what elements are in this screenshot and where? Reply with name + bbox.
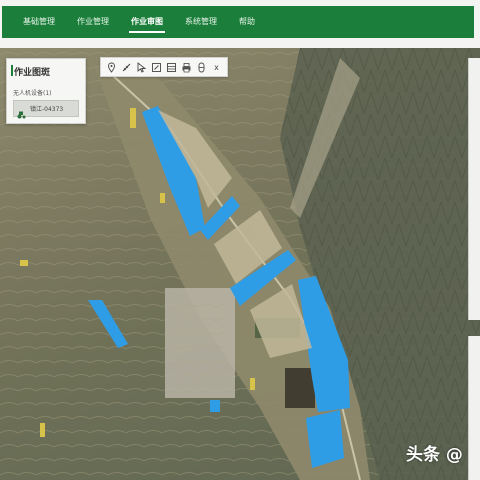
job-field-panel: 作业图斑 无人机设备(1) 镇江-04373 bbox=[6, 58, 86, 124]
right-side-panel-bottom[interactable] bbox=[468, 336, 480, 480]
device-item[interactable]: 镇江-04373 bbox=[13, 100, 79, 119]
close-icon[interactable]: x bbox=[211, 61, 223, 74]
location-pin-icon[interactable] bbox=[106, 61, 118, 74]
device-label: 镇江-04373 bbox=[30, 106, 64, 113]
measure-icon[interactable] bbox=[121, 61, 133, 74]
main-nav: 基础管理 作业管理 作业审图 系统管理 帮助 bbox=[2, 6, 474, 38]
nav-basic-management[interactable]: 基础管理 bbox=[12, 6, 66, 38]
nav-job-review[interactable]: 作业审图 bbox=[120, 6, 174, 38]
device-count-label: 无人机设备(1) bbox=[13, 90, 52, 97]
layers-icon[interactable] bbox=[166, 61, 178, 74]
print-icon[interactable] bbox=[181, 61, 193, 74]
top-bar: 基础管理 作业管理 作业审图 系统管理 帮助 bbox=[0, 0, 480, 48]
capsule-icon[interactable] bbox=[196, 61, 208, 74]
close-label: x bbox=[214, 62, 219, 72]
edit-icon[interactable] bbox=[151, 61, 163, 74]
nav-job-management[interactable]: 作业管理 bbox=[66, 6, 120, 38]
tractor-icon bbox=[17, 104, 26, 119]
select-icon[interactable] bbox=[136, 61, 148, 74]
map-toolbar: x bbox=[100, 57, 228, 77]
right-side-panel-top[interactable] bbox=[468, 58, 480, 320]
nav-help[interactable]: 帮助 bbox=[228, 6, 266, 38]
panel-title-accent bbox=[11, 65, 13, 76]
panel-title: 作业图斑 bbox=[14, 68, 51, 78]
nav-system-management[interactable]: 系统管理 bbox=[174, 6, 228, 38]
watermark-text: 头条 @ bbox=[406, 445, 463, 465]
